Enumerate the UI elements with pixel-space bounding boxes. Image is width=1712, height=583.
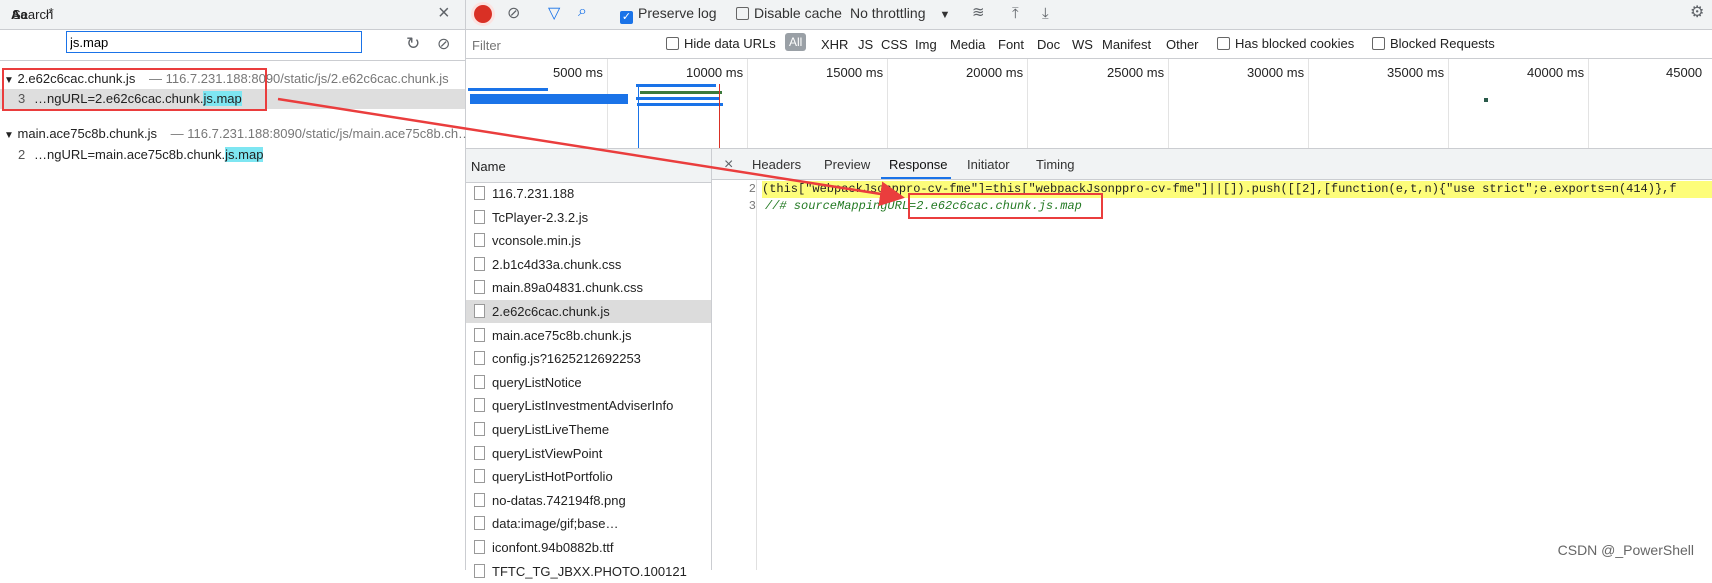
watermark: CSDN @_PowerShell — [1557, 542, 1694, 558]
annotation-arrow — [277, 97, 905, 207]
